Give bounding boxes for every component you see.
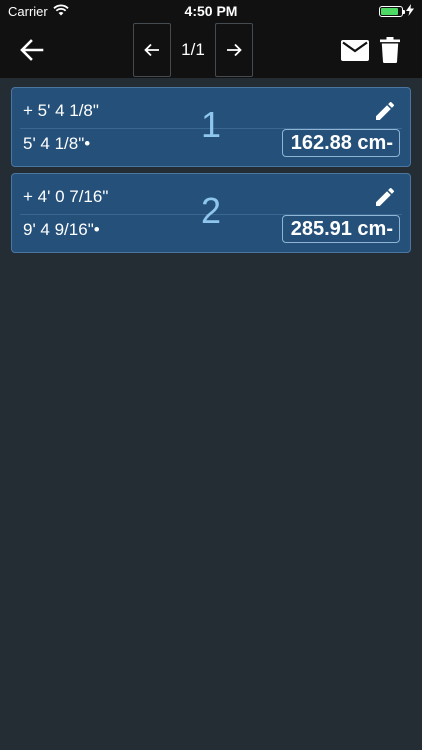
status-right — [379, 3, 414, 19]
list-item[interactable]: + 4' 0 7/16" 9' 4 9/16"• 2 285.91 cm- — [11, 173, 411, 253]
measurement-list: + 5' 4 1/8" 5' 4 1/8"• 1 162.88 cm- + 4'… — [11, 87, 411, 259]
trash-icon — [380, 37, 400, 63]
next-page-button[interactable] — [215, 23, 253, 77]
arrow-left-icon — [20, 39, 44, 61]
total-label: 9' 4 9/16"• — [23, 220, 100, 239]
wifi-icon — [53, 4, 69, 19]
increment-label: + 4' 0 7/16" — [23, 187, 109, 206]
battery-icon — [379, 5, 405, 17]
toolbar: 1/1 — [0, 22, 422, 78]
pencil-icon — [376, 187, 395, 206]
delete-button[interactable] — [378, 35, 402, 65]
pencil-icon — [376, 101, 395, 120]
total-label: 5' 4 1/8"• — [23, 134, 91, 153]
battery-fill — [381, 7, 398, 15]
list-item[interactable]: + 5' 4 1/8" 5' 4 1/8"• 1 162.88 cm- — [11, 87, 411, 167]
arrow-left-icon — [144, 43, 159, 57]
previous-page-button[interactable] — [133, 23, 171, 77]
page-indicator: 1/1 — [181, 40, 205, 59]
mail-icon — [341, 39, 369, 61]
pager: 1/1 — [133, 22, 253, 78]
metric-value[interactable]: 285.91 cm- — [281, 215, 400, 243]
edit-button[interactable] — [372, 98, 398, 124]
back-button[interactable] — [16, 34, 48, 66]
arrow-right-icon — [227, 43, 242, 57]
metric-value[interactable]: 162.88 cm- — [281, 129, 400, 157]
increment-label: + 5' 4 1/8" — [23, 101, 99, 120]
carrier-label: Carrier — [8, 3, 48, 19]
status-bar: Carrier 4:50 PM — [0, 0, 422, 22]
status-left: Carrier — [8, 4, 69, 19]
mail-button[interactable] — [340, 38, 370, 62]
edit-button[interactable] — [372, 184, 398, 210]
charging-icon — [406, 3, 414, 19]
